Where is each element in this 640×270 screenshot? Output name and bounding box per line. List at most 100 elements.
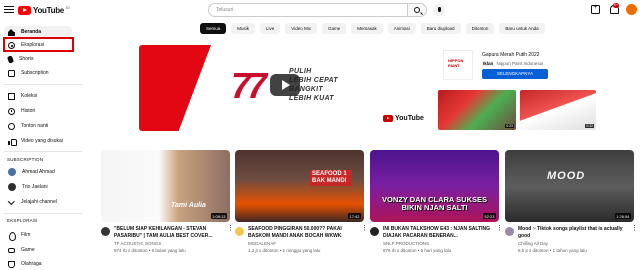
- filter-chip-bar: Semua Musik Live Video Mix Game Memasak …: [200, 23, 545, 35]
- sidebar-item-shorts[interactable]: Shorts: [4, 53, 72, 65]
- video-thumbnail[interactable]: Tami Aulia 1:09:13: [101, 150, 230, 222]
- chip-cooking[interactable]: Memasak: [351, 23, 383, 34]
- video-thumbnail[interactable]: VONZY DAN CLARA SUKSES BIKIN NJAN SALTI …: [370, 150, 499, 222]
- ad-title[interactable]: Gapura Merah Putih 2022: [482, 52, 540, 58]
- sidebar-item-film[interactable]: Film: [4, 229, 72, 241]
- video-title[interactable]: Mood ~ Tiktok songs playlist that is act…: [518, 226, 630, 239]
- video-card[interactable]: SEAFOOD 1 BAK MANDI 17:42 SEAFOOD PINGGI…: [235, 150, 368, 270]
- sidebar-item-label: Subscription: [21, 70, 49, 76]
- sidebar-item-sports[interactable]: Olahraga: [4, 258, 72, 270]
- sidebar-channel-item[interactable]: Ahmad Ahmad: [4, 166, 72, 178]
- thumbnail-text: Tami Aulia: [171, 202, 206, 209]
- video-title[interactable]: INI BUKAN TALKSHOW E43 : NJAN SALTING DI…: [383, 226, 495, 239]
- sidebar-item-label: Game: [21, 247, 35, 253]
- chip-game[interactable]: Game: [321, 23, 347, 34]
- chip-music[interactable]: Musik: [231, 23, 256, 34]
- search-input[interactable]: Telusuri: [208, 3, 408, 17]
- more-actions-icon[interactable]: [227, 224, 234, 235]
- sidebar-channel-item[interactable]: Trio Jaelani: [4, 181, 72, 193]
- sidebar-item-subscriptions[interactable]: Subscription: [4, 67, 72, 79]
- microphone-icon[interactable]: [433, 4, 445, 16]
- youtube-play-icon: [383, 115, 393, 122]
- thumbnail-text: VONZY DAN CLARA SUKSES BIKIN NJAN SALTI: [381, 195, 487, 212]
- sidebar-item-label: Jelajahi channel: [21, 199, 57, 205]
- advertiser-logo-text: NIPPON PAINT: [448, 58, 464, 68]
- more-actions-icon[interactable]: [631, 224, 638, 235]
- channel-avatar[interactable]: [101, 227, 110, 236]
- video-card[interactable]: Tami Aulia 1:09:13 "BELUM SIAP KEHILANGA…: [101, 150, 234, 270]
- film-icon: [8, 231, 16, 241]
- sidebar-item-label: Histori: [21, 108, 36, 114]
- chip-live[interactable]: Live: [260, 23, 281, 34]
- watch-later-icon: [8, 122, 15, 130]
- channel-avatar[interactable]: [505, 227, 514, 236]
- video-stats: 974 rb x ditonton • 6 bulan yang lalu: [114, 248, 186, 253]
- ad-cta-button[interactable]: SELENGKAPNYA: [482, 69, 548, 79]
- home-icon: [8, 28, 15, 36]
- sidebar-item-game[interactable]: Game: [4, 244, 72, 256]
- shorts-icon: [6, 54, 15, 64]
- video-channel[interactable]: MGDALENAF: [248, 241, 276, 246]
- more-actions-icon[interactable]: [496, 224, 503, 235]
- annotation-highlight-box: [3, 37, 74, 52]
- sidebar-item-history[interactable]: Histori: [4, 105, 72, 117]
- video-card[interactable]: MOOD 1:26:54 Mood ~ Tiktok songs playlis…: [505, 150, 638, 270]
- subscriptions-icon: [8, 69, 15, 77]
- create-video-icon[interactable]: [591, 4, 600, 14]
- video-thumbnail[interactable]: SEAFOOD 1 BAK MANDI 17:42: [235, 150, 364, 222]
- search-button[interactable]: [407, 3, 427, 17]
- play-icon[interactable]: [270, 74, 300, 96]
- chip-all[interactable]: Semua: [200, 23, 227, 34]
- chip-mix[interactable]: Video Mix: [285, 23, 317, 34]
- advertiser-logo[interactable]: NIPPON PAINT: [443, 50, 473, 80]
- video-title[interactable]: SEAFOOD PINGGIRAN 50.000?? PAKAI BASKOM …: [248, 226, 360, 239]
- search-icon: [414, 7, 420, 13]
- sidebar-item-label: Film: [21, 232, 31, 238]
- notification-badge: 9+: [613, 3, 619, 8]
- sidebar-item-browse-channels[interactable]: Jelajahi channel: [4, 196, 72, 208]
- ad-video-player[interactable]: 77 PULIH LEBIH CEPAT BANGKIT LEBIH KUAT …: [139, 45, 433, 131]
- channel-avatar: [8, 168, 16, 176]
- sidebar-item-label: Trio Jaelani: [22, 184, 48, 190]
- chip-recently-uploaded[interactable]: Baru diupload: [420, 23, 461, 34]
- sidebar-divider: [4, 151, 82, 152]
- video-channel[interactable]: SNLF PRODUCTIONS: [383, 241, 429, 246]
- duration-badge: 0:33: [505, 124, 514, 128]
- subscription-heading: SUBSCRIPTION: [7, 157, 44, 162]
- chip-animation[interactable]: Animasi: [387, 23, 416, 34]
- video-stats: 876 rb x ditonton • 6 hari yang lalu: [383, 248, 452, 253]
- account-avatar[interactable]: [626, 4, 637, 15]
- explore-heading: EKSPLORASI: [7, 218, 38, 223]
- youtube-logo[interactable]: YouTube ID: [18, 4, 70, 16]
- sidebar-item-label: Tonton nanti: [21, 123, 49, 129]
- channel-avatar[interactable]: [370, 227, 379, 236]
- menu-icon[interactable]: [4, 4, 14, 14]
- library-icon: [8, 92, 15, 100]
- masthead: YouTube ID Telusuri 9+: [0, 0, 640, 20]
- thumbnail-text: MOOD: [547, 170, 586, 182]
- sidebar-item-watch-later[interactable]: Tonton nanti: [4, 120, 72, 132]
- youtube-play-icon: [18, 5, 31, 15]
- sidebar-item-library[interactable]: Koleksi: [4, 90, 72, 102]
- sidebar-item-label: Olahraga: [21, 261, 42, 267]
- sidebar-item-label: Ahmad Ahmad: [22, 169, 55, 175]
- like-icon: [8, 138, 17, 146]
- channel-avatar[interactable]: [235, 227, 244, 236]
- more-actions-icon[interactable]: [361, 224, 368, 235]
- youtube-watermark: YouTube: [383, 115, 424, 122]
- sidebar-item-liked-videos[interactable]: Video yang disukai: [4, 135, 72, 147]
- video-channel[interactable]: TF ACOUSTIC SONGS: [114, 241, 161, 246]
- ad-red-band: [139, 45, 211, 131]
- sidebar-item-label: Koleksi: [21, 93, 38, 99]
- sidebar-divider: [4, 213, 82, 214]
- ad-mini-thumbnail[interactable]: 0:33: [438, 90, 516, 130]
- video-title[interactable]: "BELUM SIAP KEHILANGAN - STEVAN PASARIBU…: [114, 226, 226, 239]
- ad-mini-thumbnail[interactable]: 0:32: [520, 90, 596, 130]
- video-card[interactable]: VONZY DAN CLARA SUKSES BIKIN NJAN SALTI …: [370, 150, 503, 270]
- video-channel[interactable]: Chilling All Day: [518, 241, 548, 246]
- sidebar: Beranda Eksplorasi Shorts Subscription K…: [0, 20, 96, 270]
- chip-new-to-you[interactable]: Baru untuk Anda: [499, 23, 545, 34]
- duration-badge: 1:26:54: [614, 213, 631, 219]
- video-thumbnail[interactable]: MOOD 1:26:54: [505, 150, 634, 222]
- chip-watched[interactable]: Ditonton: [465, 23, 495, 34]
